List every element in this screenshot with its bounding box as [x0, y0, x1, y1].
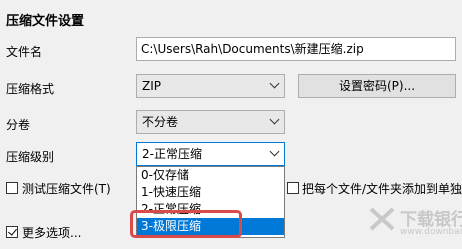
- filename-field[interactable]: C:\Users\Rah\Documents\新建压缩.zip: [136, 37, 456, 61]
- level-option-0[interactable]: 0-仅存储: [137, 167, 284, 184]
- split-select[interactable]: 不分卷: [136, 110, 285, 134]
- test-archive-checkbox[interactable]: [6, 182, 18, 194]
- level-value: 2-正常压缩: [142, 147, 202, 161]
- chevron-down-icon: [269, 114, 280, 125]
- format-select[interactable]: ZIP: [136, 74, 285, 98]
- split-value: 不分卷: [142, 115, 179, 129]
- filename-label: 文件名: [6, 45, 43, 59]
- chevron-down-icon: [269, 146, 280, 157]
- filename-value: C:\Users\Rah\Documents\新建压缩.zip: [141, 42, 364, 56]
- highlight-box: [130, 210, 242, 238]
- level-label: 压缩级别: [6, 150, 55, 164]
- add-each-label: 把每个文件/文件夹添加到单独的: [302, 182, 462, 196]
- chevron-down-icon: [269, 78, 280, 89]
- level-option-1[interactable]: 1-快速压缩: [137, 184, 284, 201]
- watermark-logo-icon: [369, 207, 395, 231]
- more-options-checkbox[interactable]: [6, 226, 18, 238]
- watermark-site: www.downbank.cn: [400, 227, 462, 237]
- more-options-label: 更多选项...: [22, 226, 82, 240]
- format-label: 压缩格式: [6, 82, 55, 96]
- section-title: 压缩文件设置: [6, 14, 85, 29]
- add-each-checkbox[interactable]: [287, 182, 299, 194]
- split-label: 分卷: [6, 118, 31, 132]
- test-archive-label: 测试压缩文件(T): [22, 182, 111, 196]
- set-password-button[interactable]: 设置密码(P)...: [298, 74, 456, 98]
- level-select[interactable]: 2-正常压缩: [136, 142, 285, 166]
- format-value: ZIP: [142, 79, 161, 93]
